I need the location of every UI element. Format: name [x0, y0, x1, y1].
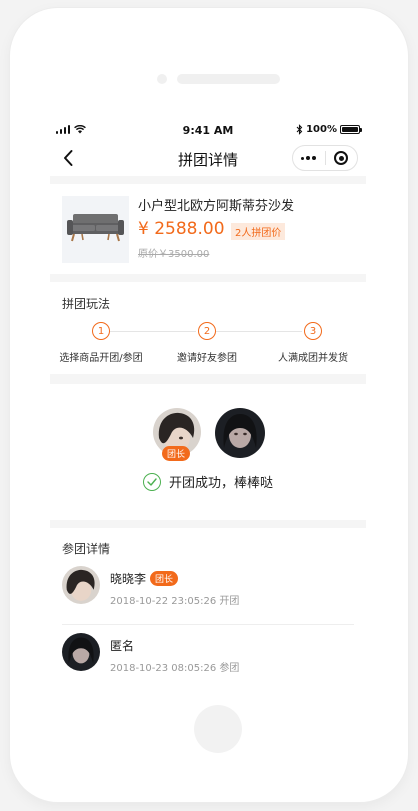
participant-avatar	[62, 566, 100, 604]
step-2-label: 邀请好友参团	[177, 353, 237, 364]
success-message-row: 开团成功，棒棒哒	[50, 472, 366, 491]
camera-dot	[157, 74, 167, 84]
group-success-section: 团长 开团成功，棒棒哒	[50, 384, 366, 520]
more-dots-icon	[301, 156, 317, 160]
product-card[interactable]: 小户型北欧方阿斯蒂芬沙发 ¥ 2588.00 2人拼团价 原价￥3500.00	[50, 184, 366, 274]
participant-name: 晓晓李	[110, 572, 147, 586]
participant-time: 2018-10-23 08:05:26 参团	[110, 663, 240, 674]
mini-program-capsule	[292, 145, 358, 171]
group-price-tag: 2人拼团价	[231, 223, 286, 240]
product-image[interactable]	[62, 196, 129, 263]
member-avatar	[215, 408, 265, 458]
battery-icon	[340, 125, 362, 134]
step-connector	[216, 331, 302, 332]
status-bar: 9:41 AM 100%	[50, 118, 366, 140]
close-miniprogram-button[interactable]	[326, 146, 358, 170]
group-price: ¥ 2588.00	[138, 219, 225, 239]
step-1-label: 选择商品开团/参团	[59, 353, 143, 364]
sofa-image	[67, 214, 124, 242]
battery-percent: 100%	[306, 124, 337, 135]
step-connector	[110, 331, 196, 332]
step-3-label: 人满成团并发货	[278, 353, 348, 364]
status-right: 100%	[296, 124, 362, 135]
participant-row[interactable]: 匿名 2018-10-23 08:05:26 参团	[50, 629, 366, 684]
more-button[interactable]	[293, 146, 325, 170]
step-3-number: 3	[304, 322, 322, 340]
bluetooth-icon	[296, 124, 303, 135]
leader-badge: 团长	[162, 446, 191, 461]
rules-title: 拼团玩法	[62, 297, 111, 311]
original-price: 原价￥3500.00	[138, 249, 210, 260]
home-button[interactable]	[194, 705, 242, 753]
participant-leader-badge: 团长	[150, 571, 179, 586]
success-message: 开团成功，棒棒哒	[168, 476, 273, 491]
participant-avatar	[62, 633, 100, 671]
target-icon	[334, 151, 349, 165]
participant-name: 匿名	[110, 639, 135, 653]
check-circle-icon	[142, 472, 161, 491]
participants-section: 参团详情 晓晓李 团长 2018-10-22 23:05:26 开团 匿名 20…	[50, 528, 366, 684]
app-screen: 9:41 AM 100% 拼团详情 小户型北欧方阿斯蒂芬沙发 ¥ 2588.00…	[50, 118, 366, 684]
nav-bar: 拼团详情	[50, 140, 366, 176]
row-divider	[62, 624, 354, 625]
product-name: 小户型北欧方阿斯蒂芬沙发	[138, 199, 295, 214]
participant-row[interactable]: 晓晓李 团长 2018-10-22 23:05:26 开团	[50, 562, 366, 620]
battery-level	[342, 127, 358, 132]
speaker-grille	[177, 74, 280, 84]
step-2-number: 2	[198, 322, 216, 340]
step-1-number: 1	[92, 322, 110, 340]
participant-time: 2018-10-22 23:05:26 开团	[110, 596, 240, 607]
participants-title: 参团详情	[62, 542, 111, 556]
group-rules-section: 拼团玩法 1 2 3 选择商品开团/参团 邀请好友参团 人满成团并发货	[50, 282, 366, 374]
